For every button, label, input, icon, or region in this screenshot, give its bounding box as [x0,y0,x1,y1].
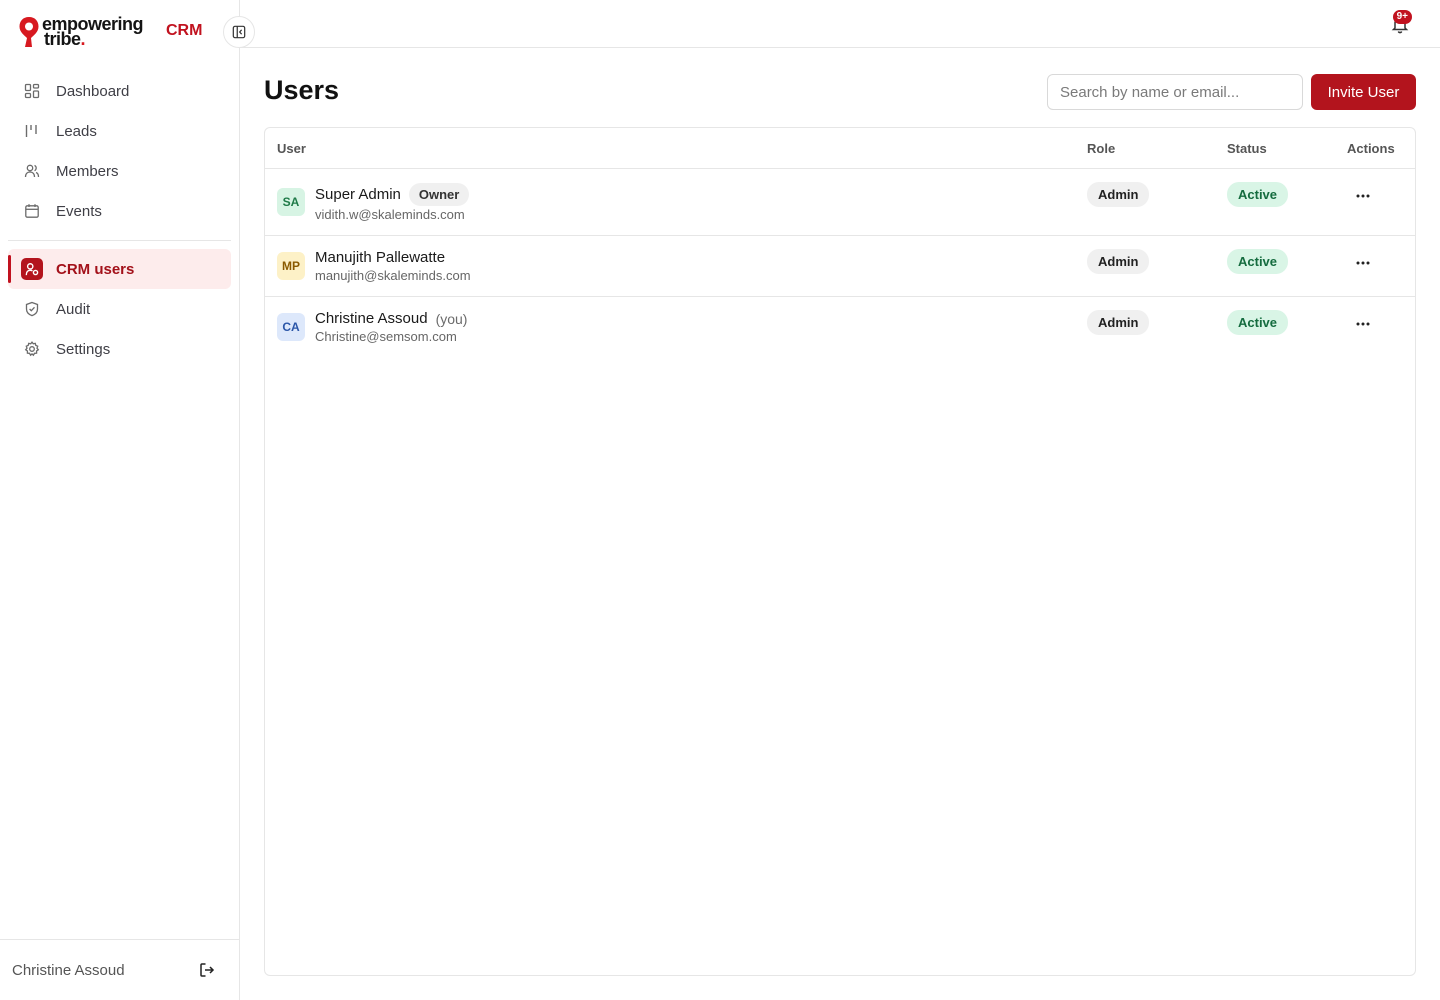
page-title: Users [264,75,340,105]
owner-badge: Owner [408,183,470,206]
search-input[interactable] [1047,74,1303,110]
avatar: CA [277,313,305,341]
user-email: manujith@skaleminds.com [315,268,471,283]
sidebar-item-label: Members [56,162,119,180]
sidebar-item-crm-users[interactable]: CRM users [8,249,231,289]
row-actions-button[interactable] [1347,184,1379,208]
dashboard-icon [24,83,40,99]
notification-badge: 9+ [1392,10,1412,24]
brand-logo[interactable]: empowering tribe. [18,14,144,50]
status-badge: Active [1227,182,1289,207]
role-badge: Admin [1087,310,1150,335]
sidebar-item-audit[interactable]: Audit [8,289,231,329]
sidebar: empowering tribe. CRM Dashboard Leads Me… [0,0,240,1000]
brand-line2-text: tribe [44,29,81,49]
more-icon [1356,194,1370,198]
user-name-line: Manujith Pallewatte [315,249,445,266]
brand-dot: . [80,29,86,49]
you-label: (you) [435,310,468,327]
sidebar-footer: Christine Assoud [0,939,239,1000]
column-header-role: Role [1087,141,1116,156]
sidebar-toggle-icon [232,25,246,39]
more-icon [1356,261,1370,265]
sidebar-item-label: Settings [56,340,111,358]
sidebar-nav: Dashboard Leads Members Events CRM users… [8,71,231,369]
column-header-actions: Actions [1347,141,1395,156]
status-badge: Active [1227,310,1289,335]
brand-line2: tribe. [42,29,143,49]
users-table: User Role Status Actions SA Super Admin … [264,127,1416,976]
role-badge: Admin [1087,249,1150,274]
sidebar-item-label: Leads [56,122,97,140]
user-name: Super Admin [315,186,401,203]
current-user-name: Christine Assoud [12,961,125,979]
user-name-line: Christine Assoud (you) [315,310,467,327]
brand-wordmark: empowering tribe. [42,15,144,49]
logout-icon[interactable] [197,960,217,980]
row-actions-button[interactable] [1347,251,1379,275]
sidebar-item-dashboard[interactable]: Dashboard [8,71,231,111]
shield-icon [24,301,40,317]
leads-icon [24,123,40,139]
more-icon [1356,322,1370,326]
sidebar-item-label: CRM users [56,260,135,278]
crm-users-icon [21,258,43,280]
user-email: Christine@semsom.com [315,329,457,344]
sidebar-item-label: Dashboard [56,82,130,100]
avatar: MP [277,252,305,280]
avatar: SA [277,188,305,216]
gear-icon [24,341,40,357]
sidebar-item-members[interactable]: Members [8,151,231,191]
table-row: CA Christine Assoud (you) Christine@sems… [265,297,1415,358]
user-name: Christine Assoud [315,310,428,327]
top-bar: 9+ [240,0,1440,48]
table-row: SA Super Admin Owner vidith.w@skaleminds… [265,169,1415,236]
row-actions-button[interactable] [1347,312,1379,336]
sidebar-item-leads[interactable]: Leads [8,111,231,151]
product-name: CRM [166,22,203,39]
sidebar-item-label: Events [56,202,102,220]
invite-user-button[interactable]: Invite User [1311,74,1416,110]
calendar-icon [24,203,40,219]
table-row: MP Manujith Pallewatte manujith@skalemin… [265,236,1415,297]
user-name: Manujith Pallewatte [315,249,446,266]
role-badge: Admin [1087,182,1150,207]
column-header-user: User [277,141,306,156]
nav-divider [8,240,231,241]
logo-pin-icon [18,16,40,48]
collapse-sidebar-button[interactable] [223,16,255,48]
column-header-status: Status [1227,141,1267,156]
sidebar-item-settings[interactable]: Settings [8,329,231,369]
table-header: User Role Status Actions [265,128,1415,169]
user-name-line: Super Admin Owner [315,183,470,206]
members-icon [24,163,40,179]
user-email: vidith.w@skaleminds.com [315,207,465,222]
sidebar-item-label: Audit [56,300,91,318]
sidebar-item-events[interactable]: Events [8,191,231,231]
status-badge: Active [1227,249,1289,274]
